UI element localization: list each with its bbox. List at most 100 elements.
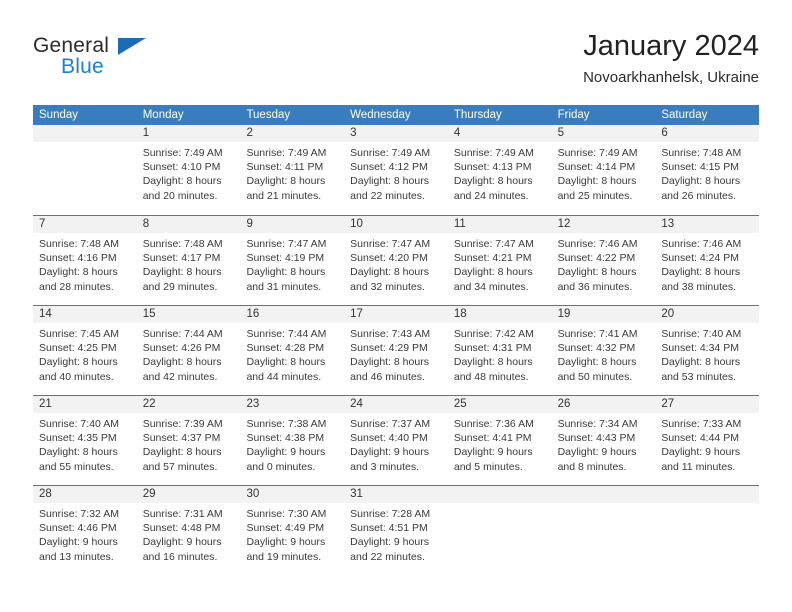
weekday-header-thursday: Thursday (453, 109, 502, 121)
calendar-day-cell[interactable]: 23 Sunrise: 7:38 AM Sunset: 4:38 PM Dayligh… (240, 396, 345, 485)
day-details: Sunrise: 7:39 AM Sunset: 4:37 PM Daylight:… (137, 413, 241, 474)
calendar-day-cell[interactable]: 9 Sunrise: 7:47 AM Sunset: 4:19 PM Daylight… (240, 216, 345, 305)
calendar-day-cell[interactable]: 29 Sunrise: 7:31 AM Sunset: 4:48 PM Dayligh… (136, 486, 241, 575)
day-detail-line: Daylight: 8 hours (350, 266, 429, 279)
calendar-day-cell[interactable]: 7 Sunrise: 7:48 AM Sunset: 4:16 PM Daylight… (33, 216, 137, 305)
day-detail-line: Sunset: 4:17 PM (142, 252, 221, 265)
calendar-day-cell[interactable]: 18 Sunrise: 7:42 AM Sunset: 4:31 PM Dayligh… (447, 306, 552, 395)
day-detail-line: Daylight: 8 hours (39, 266, 118, 279)
day-number: 10 (350, 218, 363, 230)
calendar-day-cell[interactable]: 12 Sunrise: 7:46 AM Sunset: 4:22 PM Dayligh… (551, 216, 656, 305)
day-number-band: 23 (240, 396, 345, 413)
calendar-day-cell[interactable]: 30 Sunrise: 7:30 AM Sunset: 4:49 PM Dayligh… (240, 486, 345, 575)
day-detail-line: Sunrise: 7:33 AM (661, 418, 742, 430)
calendar-day-cell[interactable]: 26 Sunrise: 7:34 AM Sunset: 4:43 PM Dayligh… (551, 396, 656, 485)
day-detail-line: and 16 minutes. (142, 550, 218, 563)
calendar-day-cell[interactable]: 10 Sunrise: 7:47 AM Sunset: 4:20 PM Dayligh… (344, 216, 448, 305)
day-details: Sunrise: 7:48 AM Sunset: 4:15 PM Daylight:… (655, 142, 759, 203)
calendar-day-cell[interactable]: 2 Sunrise: 7:49 AM Sunset: 4:11 PM Daylight… (240, 125, 345, 215)
calendar-day-cell[interactable]: 13 Sunrise: 7:46 AM Sunset: 4:24 PM Dayligh… (655, 216, 760, 305)
day-detail-line: Sunset: 4:41 PM (453, 432, 532, 445)
calendar-grid: Sunday Monday Tuesday Wednesday Thursday Frid… (33, 105, 760, 575)
calendar-day-cell[interactable]: 1 Sunrise: 7:49 AM Sunset: 4:10 PM Daylight… (136, 125, 241, 215)
day-detail-line: and 48 minutes. (453, 370, 529, 383)
day-detail-line: and 50 minutes. (557, 370, 633, 383)
day-number-band: 20 (655, 306, 760, 323)
day-detail-line: and 40 minutes. (39, 370, 114, 383)
day-detail-line: Sunrise: 7:43 AM (350, 328, 431, 340)
day-detail-line: Sunrise: 7:45 AM (39, 328, 119, 340)
day-number: 14 (39, 308, 52, 320)
day-detail-line: Sunrise: 7:42 AM (453, 328, 534, 340)
day-detail-line: Sunset: 4:43 PM (557, 432, 636, 445)
calendar-day-cell[interactable]: 15 Sunrise: 7:44 AM Sunset: 4:26 PM Dayligh… (136, 306, 241, 395)
day-details: Sunrise: 7:49 AM Sunset: 4:14 PM Daylight:… (552, 142, 656, 203)
day-detail-line: and 57 minutes. (142, 460, 218, 473)
calendar-day-cell[interactable]: 14 Sunrise: 7:45 AM Sunset: 4:25 PM Dayligh… (33, 306, 137, 395)
calendar-day-cell[interactable]: 5 Sunrise: 7:49 AM Sunset: 4:14 PM Daylight… (551, 125, 656, 215)
weekday-header-wednesday: Wednesday (350, 109, 411, 121)
day-detail-line: Daylight: 8 hours (350, 175, 429, 188)
day-details: Sunrise: 7:45 AM Sunset: 4:25 PM Daylight:… (33, 323, 137, 384)
day-number: 27 (661, 398, 675, 410)
day-detail-line: Sunset: 4:16 PM (39, 252, 117, 265)
day-details: Sunrise: 7:28 AM Sunset: 4:51 PM Daylight:… (344, 503, 448, 564)
day-detail-line: Sunset: 4:24 PM (661, 252, 739, 265)
calendar-day-cell[interactable]: 31 Sunrise: 7:28 AM Sunset: 4:51 PM Dayligh… (344, 486, 448, 575)
day-detail-line: Sunset: 4:34 PM (661, 342, 739, 355)
day-number: 11 (453, 218, 466, 230)
day-details: Sunrise: 7:31 AM Sunset: 4:48 PM Daylight:… (137, 503, 241, 564)
calendar-day-cell[interactable]: 17 Sunrise: 7:43 AM Sunset: 4:29 PM Dayligh… (344, 306, 448, 395)
day-details: Sunrise: 7:40 AM Sunset: 4:35 PM Daylight:… (33, 413, 137, 474)
calendar-day-cell[interactable]: 22 Sunrise: 7:39 AM Sunset: 4:37 PM Dayligh… (136, 396, 241, 485)
calendar-day-cell[interactable]: 28 Sunrise: 7:32 AM Sunset: 4:46 PM Dayligh… (33, 486, 137, 575)
day-number-band: 7 (33, 216, 137, 233)
calendar-day-cell[interactable]: 21 Sunrise: 7:40 AM Sunset: 4:35 PM Dayligh… (33, 396, 137, 485)
day-number: 23 (246, 398, 260, 410)
day-details: Sunrise: 7:49 AM Sunset: 4:12 PM Daylight:… (344, 142, 448, 203)
day-detail-line: and 46 minutes. (350, 370, 425, 383)
day-number-band: 9 (240, 216, 345, 233)
day-detail-line: Sunset: 4:25 PM (39, 342, 117, 355)
day-detail-line: Daylight: 8 hours (142, 356, 222, 369)
calendar-day-cell[interactable]: 20 Sunrise: 7:40 AM Sunset: 4:34 PM Dayligh… (655, 306, 760, 395)
day-details: Sunrise: 7:47 AM Sunset: 4:20 PM Daylight:… (344, 233, 448, 294)
day-detail-line: Sunset: 4:22 PM (557, 252, 636, 265)
day-number-band: 11 (447, 216, 552, 233)
blue-triangle-flag-icon (118, 38, 146, 55)
day-number-band: 17 (344, 306, 448, 323)
day-detail-line: Daylight: 9 hours (246, 536, 326, 549)
calendar-day-cell[interactable]: 6 Sunrise: 7:48 AM Sunset: 4:15 PM Daylight… (655, 125, 760, 215)
day-details: Sunrise: 7:38 AM Sunset: 4:38 PM Daylight:… (240, 413, 344, 474)
day-details: Sunrise: 7:33 AM Sunset: 4:44 PM Daylight:… (655, 413, 759, 474)
day-number-band: 21 (33, 396, 137, 413)
day-number-band: 16 (240, 306, 345, 323)
day-details: Sunrise: 7:49 AM Sunset: 4:10 PM Daylight:… (137, 142, 241, 203)
day-detail-line: Sunset: 4:20 PM (350, 252, 428, 265)
day-number: 21 (39, 398, 52, 410)
calendar-day-cell[interactable]: 4 Sunrise: 7:49 AM Sunset: 4:13 PM Daylight… (447, 125, 552, 215)
calendar-day-cell[interactable]: 24 Sunrise: 7:37 AM Sunset: 4:40 PM Dayligh… (344, 396, 448, 485)
day-detail-line: Sunrise: 7:40 AM (661, 328, 742, 340)
day-number: 17 (350, 308, 363, 320)
calendar-day-cell[interactable]: 25 Sunrise: 7:36 AM Sunset: 4:41 PM Dayligh… (447, 396, 552, 485)
general-blue-logo[interactable]: General Blue (33, 34, 153, 86)
calendar-day-cell[interactable]: 3 Sunrise: 7:49 AM Sunset: 4:12 PM Daylight… (344, 125, 448, 215)
calendar-day-cell[interactable]: 11 Sunrise: 7:47 AM Sunset: 4:21 PM Dayligh… (447, 216, 552, 305)
day-detail-line: Sunset: 4:11 PM (246, 161, 324, 174)
day-detail-line: Sunset: 4:14 PM (557, 161, 636, 174)
day-detail-line: Sunrise: 7:28 AM (350, 508, 431, 520)
calendar-day-cell[interactable]: 27 Sunrise: 7:33 AM Sunset: 4:44 PM Dayligh… (655, 396, 760, 485)
day-number: 25 (453, 398, 467, 410)
calendar-day-cell[interactable]: 8 Sunrise: 7:48 AM Sunset: 4:17 PM Daylight… (136, 216, 241, 305)
day-number-band: 31 (344, 486, 448, 503)
day-detail-line: Sunset: 4:49 PM (246, 522, 325, 535)
calendar-day-cell[interactable]: 19 Sunrise: 7:41 AM Sunset: 4:32 PM Dayligh… (551, 306, 656, 395)
day-detail-line: and 8 minutes. (557, 460, 627, 473)
day-detail-line: Daylight: 8 hours (350, 356, 429, 369)
day-detail-line: and 22 minutes. (350, 550, 425, 563)
day-number-band: 26 (551, 396, 656, 413)
calendar-day-cell[interactable]: 16 Sunrise: 7:44 AM Sunset: 4:28 PM Dayligh… (240, 306, 345, 395)
day-detail-line: and 38 minutes. (661, 280, 737, 293)
day-detail-line: and 22 minutes. (350, 189, 425, 202)
